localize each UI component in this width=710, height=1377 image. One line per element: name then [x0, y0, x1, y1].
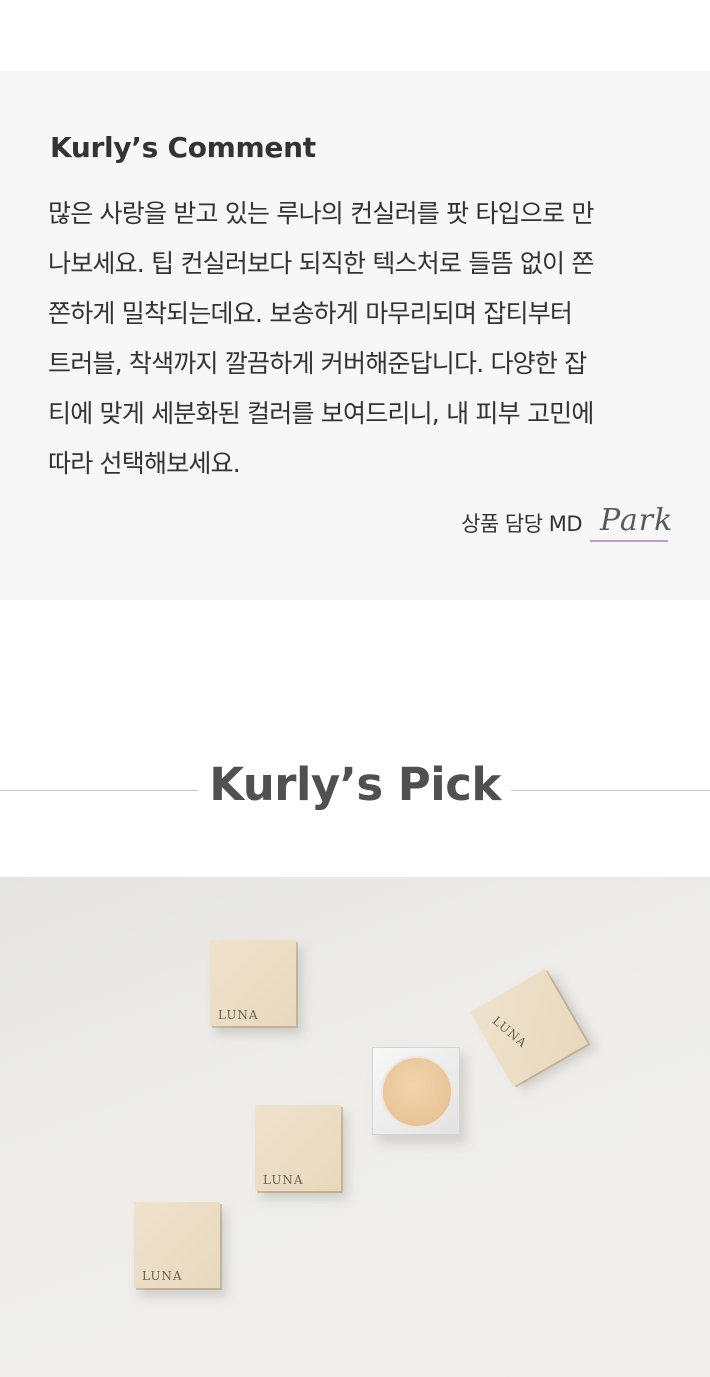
- brand-logo: LUNA: [218, 1008, 259, 1022]
- brand-logo: LUNA: [142, 1269, 183, 1283]
- product-box-4: LUNA: [134, 1202, 220, 1288]
- product-box-2: LUNA: [470, 969, 588, 1087]
- comment-line: 티에 맞게 세분화된 컬러를 보여드리니, 내 피부 고민에: [48, 399, 594, 428]
- pick-title: Kurly’s Pick: [209, 758, 501, 811]
- comment-line: 따라 선택해보세요.: [48, 449, 241, 478]
- comment-line: 트러블, 착색까지 깔끔하게 커버해준답니다. 다양한 잡: [48, 349, 587, 378]
- pick-divider-left: [0, 790, 198, 791]
- md-signature-underline: Park: [590, 496, 672, 542]
- comment-line: 많은 사랑을 받고 있는 루나의 컨실러를 팟 타입으로 만: [48, 199, 594, 228]
- brand-logo: LUNA: [263, 1173, 304, 1187]
- kurly-comment-section: Kurly’s Comment 많은 사랑을 받고 있는 루나의 컨실러를 팟 …: [0, 71, 710, 600]
- pick-divider-right: [511, 790, 710, 791]
- md-signature: Park: [600, 503, 674, 538]
- product-photo: LUNA LUNA LUNA LUNA: [0, 877, 710, 1377]
- concealer-cream: [381, 1056, 453, 1128]
- comment-line: 나보세요. 팁 컨실러보다 되직한 텍스처로 들뜸 없이 쫀: [48, 249, 594, 278]
- product-box-3: LUNA: [255, 1105, 341, 1191]
- product-box-1: LUNA: [210, 940, 296, 1026]
- brand-logo: LUNA: [489, 1013, 530, 1051]
- concealer-jar: [372, 1047, 460, 1135]
- md-label: 상품 담당 MD: [461, 512, 582, 536]
- comment-body: 많은 사랑을 받고 있는 루나의 컨실러를 팟 타입으로 만 나보세요. 팁 컨…: [48, 189, 673, 489]
- comment-title: Kurly’s Comment: [50, 131, 316, 164]
- md-signature-block: 상품 담당 MD Park: [461, 496, 672, 542]
- comment-line: 쫀하게 밀착되는데요. 보송하게 마무리되며 잡티부터: [48, 299, 573, 328]
